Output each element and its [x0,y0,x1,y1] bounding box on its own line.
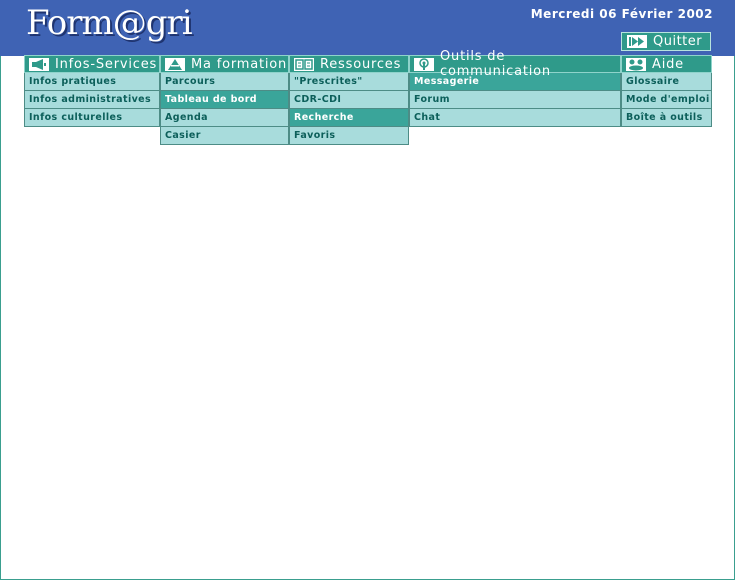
menu-header-outils-communication[interactable]: Outils de communication [409,49,621,79]
menu-item-label: Favoris [294,130,336,141]
menu-item-label: "Prescrites" [294,76,363,87]
menu-header-ressources[interactable]: Ressources [289,55,409,73]
menu-aide: Aide Glossaire Mode d'emploi Boîte à out… [621,55,712,127]
menu-item-chat[interactable]: Chat [409,109,621,127]
people-icon [626,57,646,71]
triangle-icon [165,57,185,71]
menu-item-label: Agenda [165,112,208,123]
menu-header-label: Aide [652,56,684,72]
menu-header-ma-formation[interactable]: Ma formation [160,55,289,73]
header-banner: Form@gri Mercredi 06 Février 2002 Quitte… [0,0,735,56]
menu-item-infos-culturelles[interactable]: Infos culturelles [24,109,160,127]
menu-header-label: Outils de communication [440,49,551,79]
formagri-logo: Form@gri [26,3,193,43]
menu-item-label: Forum [414,94,450,105]
menu-item-label: Casier [165,130,201,141]
quit-label: Quitter [653,34,703,49]
menu-item-infos-pratiques[interactable]: Infos pratiques [24,73,160,91]
menu-item-casier[interactable]: Casier [160,127,289,145]
current-date: Mercredi 06 Février 2002 [530,7,713,21]
menu-item-parcours[interactable]: Parcours [160,73,289,91]
menu-ressources: Ressources "Prescrites" CDR-CDI Recherch… [289,55,409,145]
menu-item-label: Glossaire [626,76,680,87]
menu-header-label: Ma formation [191,56,288,72]
menu-item-infos-administratives[interactable]: Infos administratives [24,91,160,109]
menu-item-label: Boîte à outils [626,112,703,123]
megaphone-icon [29,57,49,71]
book-icon [294,57,314,71]
menu-outils-communication: Outils de communication Messagerie Forum… [409,49,621,127]
menu-item-label: CDR-CDI [294,94,342,105]
menu-header-label: Ressources [320,56,402,72]
menu-item-label: Infos culturelles [29,112,123,123]
menu-item-glossaire[interactable]: Glossaire [621,73,712,91]
menu-item-prescrites[interactable]: "Prescrites" [289,73,409,91]
menu-item-label: Infos administratives [29,94,152,105]
menu-item-label: Infos pratiques [29,76,117,87]
menu-item-label: Parcours [165,76,216,87]
menu-item-label: Mode d'emploi [626,94,710,105]
exit-arrow-icon [627,35,647,48]
menu-header-infos-services[interactable]: Infos-Services [24,55,160,73]
menu-item-tableau-de-bord[interactable]: Tableau de bord [160,91,289,109]
menu-item-label: Chat [414,112,441,123]
menu-item-label: Messagerie [414,76,480,87]
quit-button[interactable]: Quitter [621,32,711,51]
menu-header-label: Infos-Services [55,56,158,72]
menu-item-cdr-cdi[interactable]: CDR-CDI [289,91,409,109]
menu-item-favoris[interactable]: Favoris [289,127,409,145]
menu-item-forum[interactable]: Forum [409,91,621,109]
menu-infos-services: Infos-Services Infos pratiques Infos adm… [24,55,160,127]
antenna-icon [414,57,434,71]
menu-item-recherche[interactable]: Recherche [289,109,409,127]
menu-item-label: Recherche [294,112,354,123]
menu-ma-formation: Ma formation Parcours Tableau de bord Ag… [160,55,289,145]
menu-item-label: Tableau de bord [165,94,258,105]
menu-item-boite-outils[interactable]: Boîte à outils [621,109,712,127]
menu-item-mode-emploi[interactable]: Mode d'emploi [621,91,712,109]
menu-item-agenda[interactable]: Agenda [160,109,289,127]
menu-header-aide[interactable]: Aide [621,55,712,73]
